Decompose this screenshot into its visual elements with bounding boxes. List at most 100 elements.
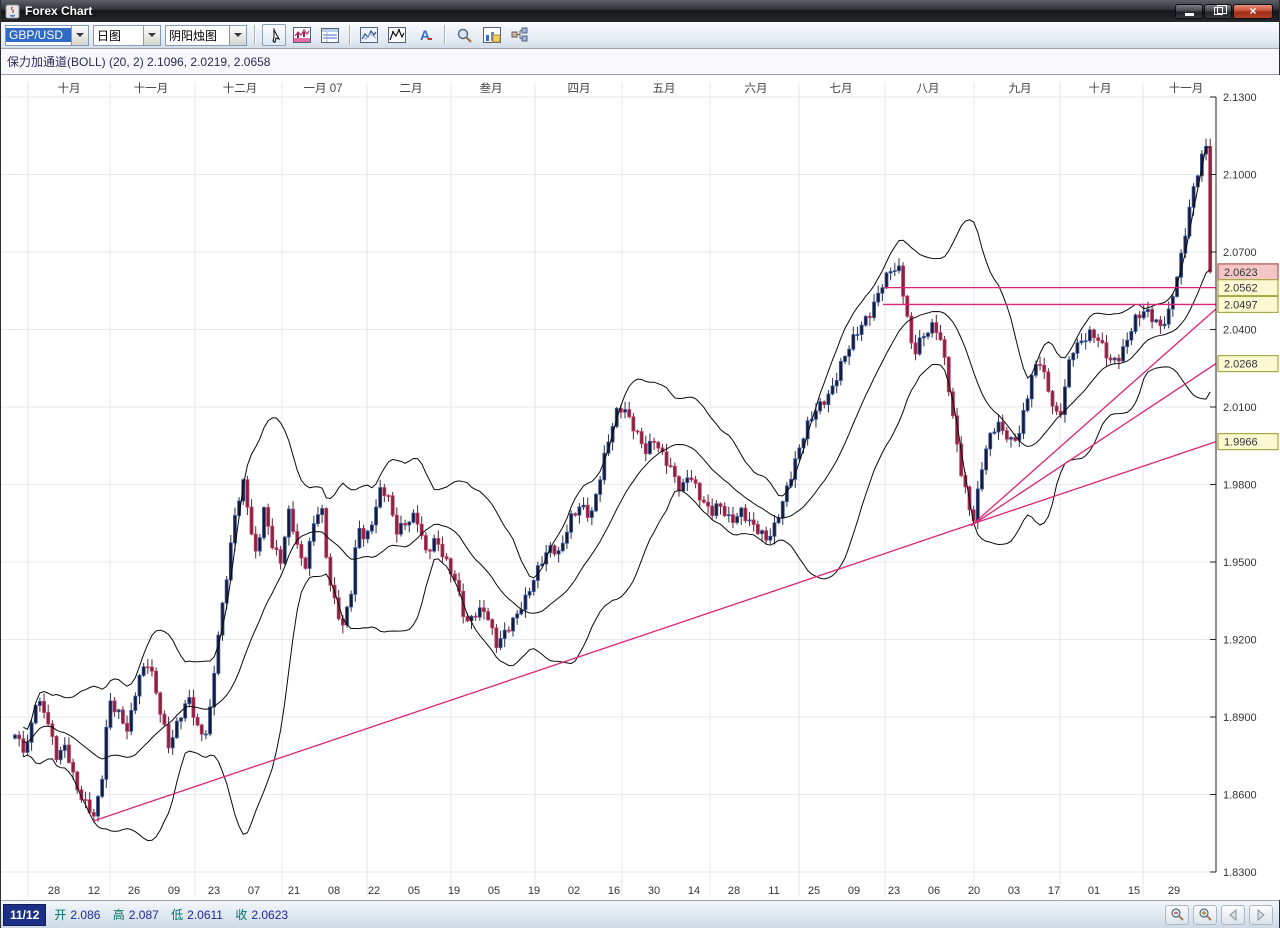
svg-text:十月: 十月 xyxy=(58,81,81,95)
title-bar: Forex Chart × xyxy=(1,0,1279,22)
svg-text:四月: 四月 xyxy=(568,83,591,95)
indicator-label: 保力加通道(BOLL) (20, 2) 2.1096, 2.0219, 2.06… xyxy=(7,55,271,69)
svg-text:05: 05 xyxy=(488,885,500,897)
zoom-in-button[interactable] xyxy=(1193,904,1217,925)
chart-type-select[interactable]: 阴阳烛图 xyxy=(165,24,247,46)
zoom-out-button[interactable] xyxy=(1165,904,1189,925)
layout-button[interactable] xyxy=(508,24,532,46)
period-select-arrow[interactable] xyxy=(143,25,160,45)
symbol-select-arrow[interactable] xyxy=(71,25,88,45)
zoom-in-icon xyxy=(1198,908,1212,921)
svg-text:09: 09 xyxy=(848,885,860,897)
cursor-tool-button[interactable] xyxy=(262,24,286,46)
status-bar: 11/12 开 2.086 高 2.087 低 2.0611 收 2.0623 xyxy=(1,900,1279,928)
bollinger-middle xyxy=(23,269,1211,760)
text-tool-button[interactable]: A xyxy=(413,24,437,46)
minimize-icon xyxy=(1184,12,1194,16)
svg-text:17: 17 xyxy=(1048,885,1060,897)
svg-text:二月: 二月 xyxy=(400,83,423,95)
svg-text:1.9200: 1.9200 xyxy=(1223,635,1257,647)
svg-text:1.9500: 1.9500 xyxy=(1223,557,1257,569)
svg-text:六月: 六月 xyxy=(745,82,768,95)
trend-lines xyxy=(92,286,1217,822)
svg-text:03: 03 xyxy=(1008,885,1020,897)
svg-text:02: 02 xyxy=(568,885,580,897)
arrow-right-icon xyxy=(1257,908,1265,921)
minimize-button[interactable] xyxy=(1175,3,1203,19)
svg-text:叁月: 叁月 xyxy=(480,81,503,95)
chevron-down-icon xyxy=(148,33,156,37)
svg-text:八月: 八月 xyxy=(917,83,940,95)
line-chart-icon xyxy=(388,27,406,43)
java-app-icon xyxy=(5,3,20,19)
svg-text:05: 05 xyxy=(408,885,420,897)
svg-text:14: 14 xyxy=(688,885,700,897)
svg-text:23: 23 xyxy=(888,885,900,897)
svg-text:2.0268: 2.0268 xyxy=(1224,359,1258,371)
svg-text:九月: 九月 xyxy=(1009,82,1032,95)
svg-text:2.0623: 2.0623 xyxy=(1224,267,1258,279)
ohlc-readout: 开 2.086 高 2.087 低 2.0611 收 2.0623 xyxy=(54,906,297,923)
svg-text:2.1300: 2.1300 xyxy=(1223,92,1257,104)
svg-text:25: 25 xyxy=(808,885,820,897)
scroll-left-button[interactable] xyxy=(1221,904,1245,925)
price-tags: 2.0623 2.0562 2.0497 2.0268 1.9966 xyxy=(1217,263,1279,451)
period-select[interactable]: 日图 xyxy=(93,24,161,46)
close-value: 2.0623 xyxy=(251,908,289,922)
restore-button[interactable] xyxy=(1204,3,1232,19)
candles-layer xyxy=(13,138,1213,823)
magnifier-icon xyxy=(457,28,472,43)
candlestick-chart[interactable]: 十月 十一月 十二月 一月 07 二月 叁月 四月 五月 六月 七月 八月 九月 十月 十一月 2.1300… xyxy=(1,75,1280,900)
scroll-right-button[interactable] xyxy=(1249,904,1273,925)
layout-nodes-icon xyxy=(511,27,528,42)
chevron-down-icon xyxy=(76,33,84,37)
chart-export-icon xyxy=(483,27,501,43)
chart-area[interactable]: 十月 十一月 十二月 一月 07 二月 叁月 四月 五月 六月 七月 八月 九月 十月 十一月 2.1300… xyxy=(1,75,1280,900)
svg-text:15: 15 xyxy=(1128,885,1140,897)
trend-line xyxy=(970,363,1217,527)
zoom-tool-button[interactable] xyxy=(452,24,476,46)
close-button[interactable]: × xyxy=(1233,3,1273,19)
trend-line xyxy=(92,441,1217,822)
overlay-chart-button[interactable] xyxy=(357,24,381,46)
close-label: 收 xyxy=(235,908,248,922)
svg-text:28: 28 xyxy=(48,885,60,897)
indicator-dialog-button[interactable] xyxy=(290,24,314,46)
svg-text:08: 08 xyxy=(328,885,340,897)
svg-text:07: 07 xyxy=(248,885,260,897)
bollinger-lower xyxy=(23,363,1211,842)
svg-text:22: 22 xyxy=(368,885,380,897)
svg-text:20: 20 xyxy=(968,885,980,897)
overlay-chart-icon xyxy=(360,27,378,43)
svg-text:五月: 五月 xyxy=(653,83,676,95)
toolbar-separator xyxy=(444,25,445,45)
chevron-down-icon xyxy=(234,33,242,37)
svg-text:十一月: 十一月 xyxy=(134,81,169,95)
chart-type-select-arrow[interactable] xyxy=(229,25,246,45)
svg-text:1.9800: 1.9800 xyxy=(1223,480,1257,492)
svg-text:09: 09 xyxy=(168,885,180,897)
svg-text:23: 23 xyxy=(208,885,220,897)
toolbar: GBP/USD 日图 阴阳烛图 A xyxy=(1,22,1279,49)
data-window-button[interactable] xyxy=(318,24,342,46)
svg-text:12: 12 xyxy=(88,885,100,897)
svg-text:2.0497: 2.0497 xyxy=(1224,299,1258,311)
svg-text:2.1000: 2.1000 xyxy=(1223,170,1257,182)
svg-text:29: 29 xyxy=(1168,885,1180,897)
close-icon: × xyxy=(1249,4,1257,18)
date-axis-labels: 28 12 26 09 23 07 21 08 22 05 19 05 19 02 16 30 14 28 11 25… xyxy=(48,885,1180,897)
svg-text:28: 28 xyxy=(728,885,740,897)
chart-export-button[interactable] xyxy=(480,24,504,46)
data-list-icon xyxy=(321,27,339,43)
line-chart-button[interactable] xyxy=(385,24,409,46)
text-tool-icon: A xyxy=(420,27,432,43)
indicator-chart-icon xyxy=(293,27,311,43)
svg-text:1.8300: 1.8300 xyxy=(1223,867,1257,879)
symbol-select[interactable]: GBP/USD xyxy=(5,24,89,46)
forex-chart-window: Forex Chart × GBP/USD 日图 阴阳烛图 A 保力加通道(BO… xyxy=(0,0,1280,928)
chart-type-select-value: 阴阳烛图 xyxy=(169,28,218,43)
indicator-bar: 保力加通道(BOLL) (20, 2) 2.1096, 2.0219, 2.06… xyxy=(1,49,1279,75)
restore-icon xyxy=(1213,5,1227,15)
svg-text:七月: 七月 xyxy=(830,82,853,95)
cursor-icon xyxy=(271,27,280,43)
